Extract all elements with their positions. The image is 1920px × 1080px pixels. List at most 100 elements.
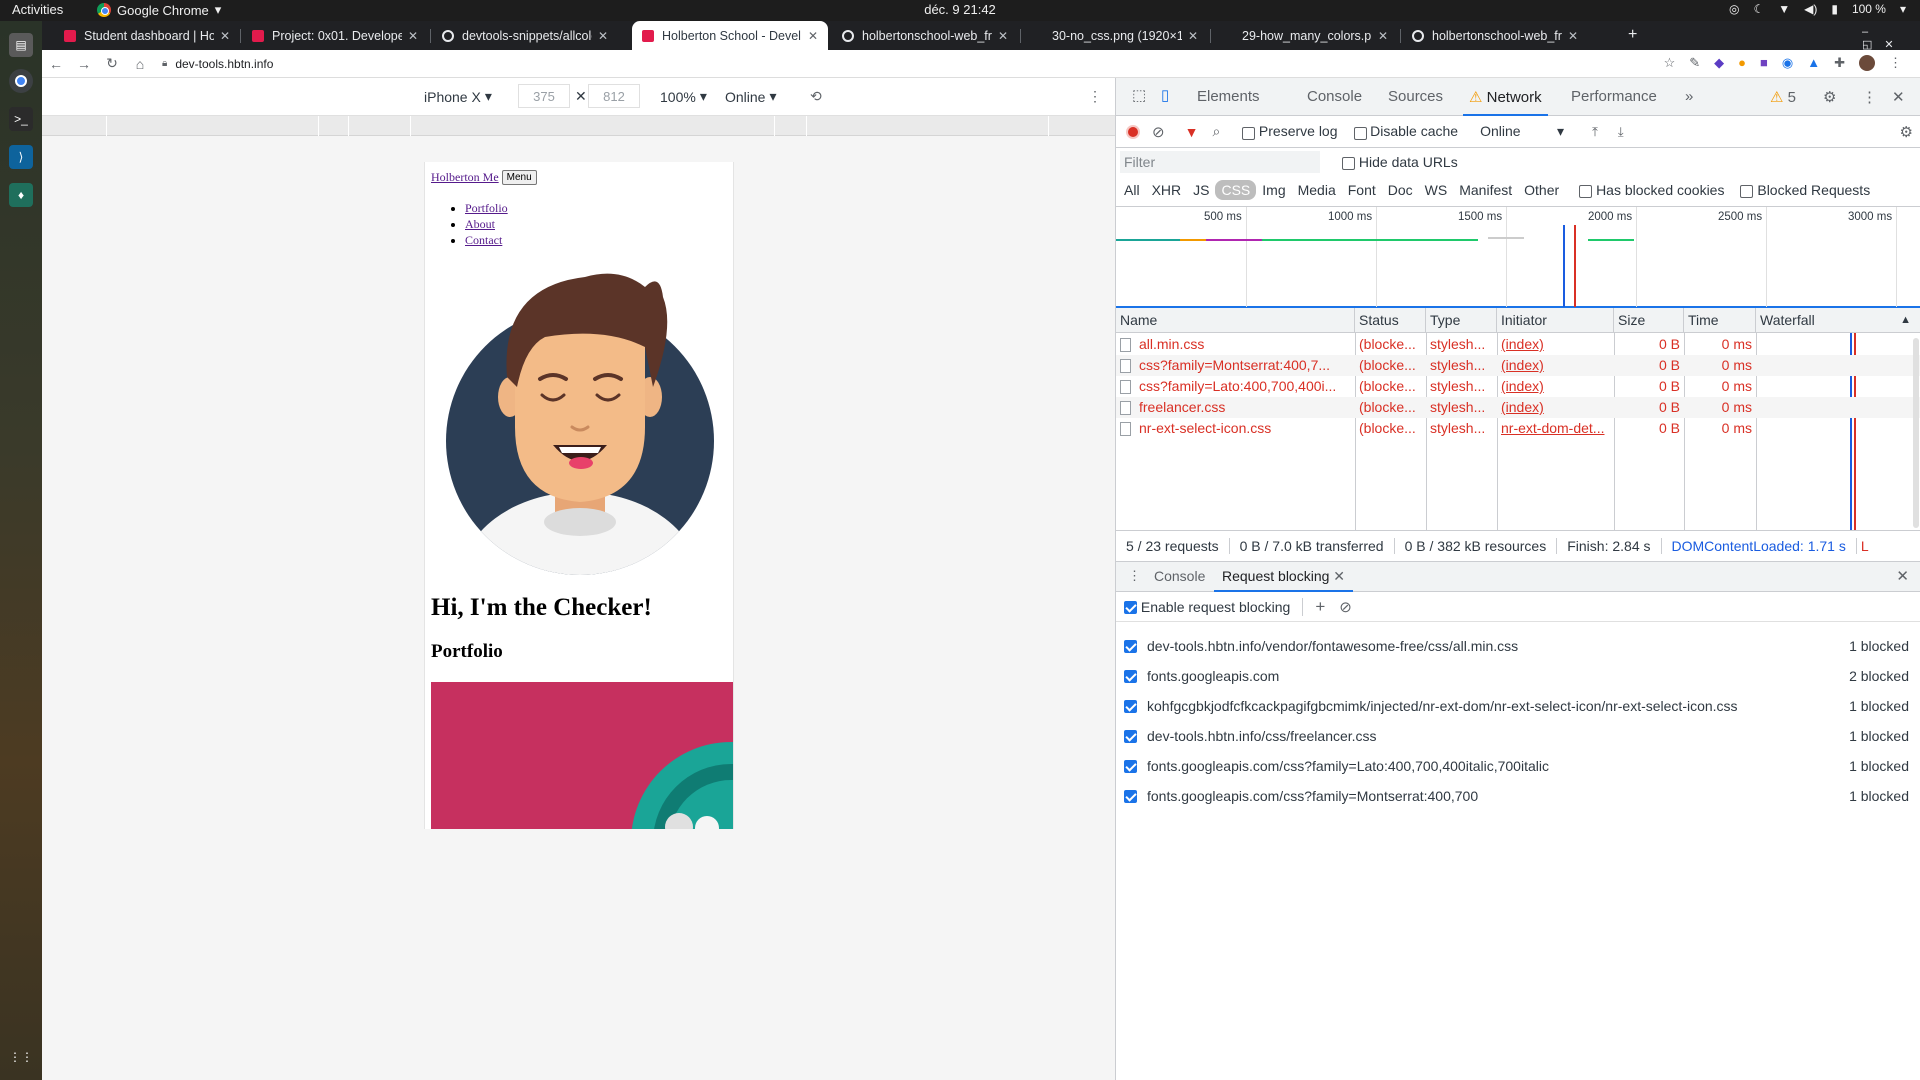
table-row[interactable]: freelancer.css (blocke... stylesh... (in… <box>1116 397 1920 418</box>
tab-elements[interactable]: Elements <box>1197 88 1260 105</box>
enable-request-blocking-toggle[interactable]: Enable request blocking <box>1124 599 1290 615</box>
rotate-icon[interactable]: ⟲ <box>810 88 822 105</box>
network-throttle-select[interactable]: Online ▾ <box>1480 123 1564 140</box>
list-item[interactable]: fonts.googleapis.com/css?family=Montserr… <box>1116 781 1920 811</box>
more-icon[interactable]: ⋮ <box>1889 55 1902 71</box>
scrollbar[interactable] <box>1913 338 1919 528</box>
tab-console[interactable]: Console <box>1307 88 1362 105</box>
type-filter-media[interactable]: Media <box>1292 180 1342 200</box>
browser-tab[interactable]: Project: 0x01. Developer t ✕ <box>242 21 428 50</box>
drawer-tab-console[interactable]: Console <box>1154 568 1205 584</box>
extension-icon[interactable]: ■ <box>1760 55 1768 71</box>
app-icon[interactable]: ♦ <box>9 183 33 207</box>
extension-icon[interactable]: ▲ <box>1807 55 1820 71</box>
type-filter-js[interactable]: JS <box>1187 180 1215 200</box>
hide-data-urls-checkbox[interactable] <box>1342 156 1355 170</box>
col-waterfall[interactable]: Waterfall ▲ <box>1756 308 1920 333</box>
nav-link-portfolio[interactable]: Portfolio <box>465 201 508 215</box>
browser-tab[interactable]: holbertonschool-web_fro ✕ <box>832 21 1018 50</box>
type-filter-manifest[interactable]: Manifest <box>1453 180 1518 200</box>
terminal-icon[interactable]: >_ <box>9 107 33 131</box>
home-icon[interactable]: ⌂ <box>126 56 154 72</box>
tab-network[interactable]: ⚠ Network <box>1463 88 1548 116</box>
list-item[interactable]: dev-tools.hbtn.info/css/freelancer.css 1… <box>1116 721 1920 751</box>
preserve-log-checkbox[interactable] <box>1242 126 1256 140</box>
close-icon[interactable]: ✕ <box>808 29 818 43</box>
more-icon[interactable]: ⋮ <box>1862 88 1877 106</box>
request-initiator[interactable]: nr-ext-dom-det... <box>1497 418 1614 439</box>
pattern-checkbox[interactable] <box>1124 639 1137 653</box>
disable-cache-checkbox[interactable] <box>1353 126 1367 140</box>
settings-icon[interactable]: ⚙ <box>1823 88 1836 106</box>
inspect-icon[interactable]: ⬚ <box>1132 86 1146 104</box>
close-icon[interactable]: ✕ <box>1333 568 1345 584</box>
browser-tab[interactable]: 30-no_css.png (1920×108 ✕ <box>1022 21 1208 50</box>
extension-icon[interactable]: ◆ <box>1714 55 1724 71</box>
portfolio-image[interactable] <box>431 682 733 829</box>
hide-data-urls-toggle[interactable]: Hide data URLs <box>1342 154 1458 170</box>
remove-all-icon[interactable]: ⊘ <box>1339 598 1352 616</box>
close-icon[interactable]: ✕ <box>1188 29 1198 43</box>
more-tabs-icon[interactable]: » <box>1685 88 1693 105</box>
col-time[interactable]: Time <box>1684 308 1756 333</box>
menu-button[interactable]: Menu <box>501 170 537 185</box>
pattern-checkbox[interactable] <box>1124 759 1137 773</box>
enable-request-blocking-checkbox[interactable] <box>1124 601 1137 615</box>
table-row[interactable]: css?family=Montserrat:400,7... (blocke..… <box>1116 355 1920 376</box>
close-icon[interactable]: ✕ <box>408 29 418 43</box>
preserve-log-toggle[interactable]: Preserve log <box>1242 123 1338 140</box>
window-controls[interactable]: –◱✕ <box>1862 26 1920 51</box>
reload-icon[interactable]: ↻ <box>98 55 126 72</box>
nav-link-about[interactable]: About <box>465 217 495 231</box>
upload-icon[interactable]: ⤒ <box>1592 124 1598 140</box>
close-icon[interactable]: ✕ <box>598 29 608 43</box>
has-blocked-cookies-checkbox[interactable] <box>1579 184 1593 198</box>
table-row[interactable]: nr-ext-select-icon.css (blocke... styles… <box>1116 418 1920 439</box>
brand-link[interactable]: Holberton Me <box>431 170 499 185</box>
blocked-requests-toggle[interactable]: Blocked Requests <box>1740 182 1870 198</box>
close-icon[interactable]: ✕ <box>1568 29 1578 43</box>
app-menu[interactable]: Google Chrome ▾ <box>97 2 221 18</box>
vscode-icon[interactable]: ⟩ <box>9 145 33 169</box>
request-initiator[interactable]: (index) <box>1497 397 1614 418</box>
browser-tab-active[interactable]: Holberton School - Devel ✕ <box>632 21 828 50</box>
pattern-checkbox[interactable] <box>1124 789 1137 803</box>
pattern-checkbox[interactable] <box>1124 699 1137 713</box>
show-apps-icon[interactable]: ⋮⋮ <box>9 1045 33 1069</box>
tab-performance[interactable]: Performance <box>1571 88 1657 105</box>
height-input[interactable]: 812 <box>588 84 640 108</box>
filter-icon[interactable]: ▼ <box>1185 124 1199 140</box>
list-item[interactable]: fonts.googleapis.com 2 blocked <box>1116 661 1920 691</box>
nav-link-contact[interactable]: Contact <box>465 233 502 247</box>
width-input[interactable]: 375 <box>518 84 570 108</box>
type-filter-ws[interactable]: WS <box>1419 180 1454 200</box>
filter-input[interactable]: Filter <box>1120 151 1320 173</box>
type-filter-other[interactable]: Other <box>1518 180 1565 200</box>
type-filter-xhr[interactable]: XHR <box>1146 180 1188 200</box>
drawer-menu-icon[interactable]: ⋮ <box>1128 568 1141 584</box>
disable-cache-toggle[interactable]: Disable cache <box>1353 123 1458 140</box>
browser-tab[interactable]: 29-how_many_colors.png ✕ <box>1212 21 1398 50</box>
pattern-checkbox[interactable] <box>1124 669 1137 683</box>
close-icon[interactable]: ✕ <box>220 29 230 43</box>
col-initiator[interactable]: Initiator <box>1497 308 1614 333</box>
col-size[interactable]: Size <box>1614 308 1684 333</box>
browser-tab[interactable]: holbertonschool-web_fro ✕ <box>1402 21 1588 50</box>
back-icon[interactable]: ← <box>42 56 70 72</box>
avatar[interactable] <box>1859 55 1875 71</box>
type-filter-img[interactable]: Img <box>1256 180 1291 200</box>
type-filter-css[interactable]: CSS <box>1215 180 1257 200</box>
request-initiator[interactable]: (index) <box>1497 355 1614 376</box>
has-blocked-cookies-toggle[interactable]: Has blocked cookies <box>1579 182 1724 198</box>
system-clock[interactable]: déc. 9 21:42 <box>0 2 1920 17</box>
chrome-dock-icon[interactable] <box>9 69 33 93</box>
forward-icon[interactable]: → <box>70 56 98 72</box>
device-mode-icon[interactable]: ▯ <box>1161 86 1169 104</box>
close-drawer-icon[interactable]: ✕ <box>1896 567 1909 585</box>
drawer-tab-request-blocking[interactable]: Request blocking ✕ <box>1214 562 1354 592</box>
blocked-requests-checkbox[interactable] <box>1740 184 1754 198</box>
files-icon[interactable]: ▤ <box>9 33 33 57</box>
search-icon[interactable]: ⌕ <box>1212 123 1220 140</box>
new-tab-icon[interactable]: + <box>1628 26 1637 44</box>
device-select[interactable]: iPhone X ▾ <box>424 88 492 105</box>
